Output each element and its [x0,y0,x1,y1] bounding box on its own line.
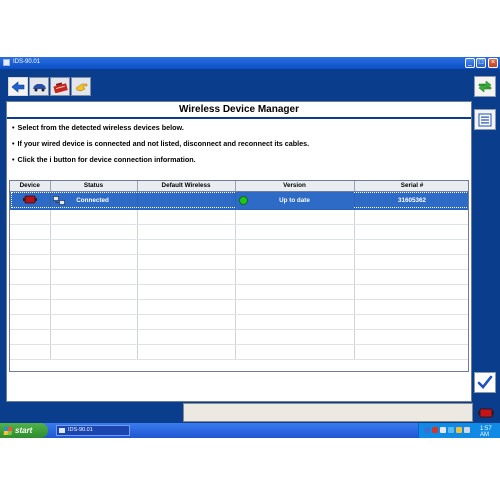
hand-pointer-button[interactable] [71,77,91,96]
switch-arrows-icon [478,80,492,93]
instruction-item: If your wired device is connected and no… [12,139,471,155]
instructions-list: Select from the detected wireless device… [7,119,471,171]
vehicle-icon [32,83,46,91]
system-tray: 1:57 AM [418,423,500,438]
status-bar [183,403,473,422]
security-icon[interactable] [432,427,438,433]
start-button[interactable]: start [0,423,48,438]
column-header-version[interactable]: Version [235,181,355,192]
table-row [10,209,468,225]
table-row [10,329,468,345]
network-icon[interactable] [424,427,430,433]
table-row[interactable]: Connected Up to date 31605362 [10,191,468,210]
switch-button[interactable] [474,76,496,97]
instruction-item: Click the i button for device connection… [12,155,471,171]
taskbar: start IDS-90.01 1:57 AM [0,423,500,438]
close-button[interactable]: × [488,58,498,68]
list-icon [478,113,492,126]
status-area-left [0,403,182,423]
table-header-row: Device Status Default Wireless Version S… [10,181,468,192]
device-cell[interactable] [10,191,51,210]
back-button[interactable] [8,77,28,96]
window-title: IDS-90.01 [13,59,41,65]
toolbox-icon [52,81,68,93]
application-icon [3,59,10,66]
vehicle-button[interactable] [29,77,49,96]
table-row [10,284,468,300]
default-wireless-cell[interactable] [137,191,236,210]
maximize-button[interactable]: □ [476,58,486,68]
volume-icon[interactable] [440,427,446,433]
wireless-device-manager-panel: Wireless Device Manager Select from the … [6,101,472,402]
back-icon [11,80,25,93]
toolbox-button[interactable] [50,77,70,96]
table-row [10,269,468,285]
table-row [10,224,468,240]
panel-title: Wireless Device Manager [7,102,471,119]
power-icon[interactable] [456,427,462,433]
status-ok-indicator [238,195,248,205]
taskbar-item-ids[interactable]: IDS-90.01 [56,425,130,436]
minimize-button[interactable]: _ [465,58,475,68]
toolbar [0,69,500,103]
checkmark-icon [477,375,493,389]
clock[interactable]: 1:57 AM [480,426,500,438]
confirm-button[interactable] [474,372,496,393]
table-row [10,344,468,360]
hand-pointer-icon [75,83,88,91]
window-title-bar: IDS-90.01 _ □ × [0,57,500,69]
bluetooth-icon[interactable] [448,427,454,433]
column-header-status[interactable]: Status [50,181,138,192]
instruction-item: Select from the detected wireless device… [12,123,471,139]
table-row [10,314,468,330]
taskbar-item-label: IDS-90.01 [68,427,93,433]
status-cell[interactable]: Connected [50,191,138,210]
start-label: start [15,426,33,435]
vcm-device-icon [22,195,37,203]
column-header-default-wireless[interactable]: Default Wireless [137,181,236,192]
ids-application-window: IDS-90.01 _ □ × Wireless Device Manager … [0,57,500,438]
device-table: Device Status Default Wireless Version S… [9,180,469,372]
window-icon [59,428,65,433]
table-row [10,254,468,270]
display-icon[interactable] [464,427,470,433]
device-status-icon[interactable] [477,405,495,420]
list-menu-button[interactable] [474,109,496,130]
status-text: Connected [76,196,109,204]
table-row [10,299,468,315]
network-connection-icon [52,195,65,205]
column-header-device[interactable]: Device [10,181,51,192]
version-cell[interactable]: Up to date [235,191,355,210]
column-header-serial[interactable]: Serial # [354,181,468,192]
version-text: Up to date [279,196,310,204]
windows-logo-icon [3,427,13,435]
serial-cell[interactable]: 31605362 [354,191,468,210]
table-row [10,239,468,255]
